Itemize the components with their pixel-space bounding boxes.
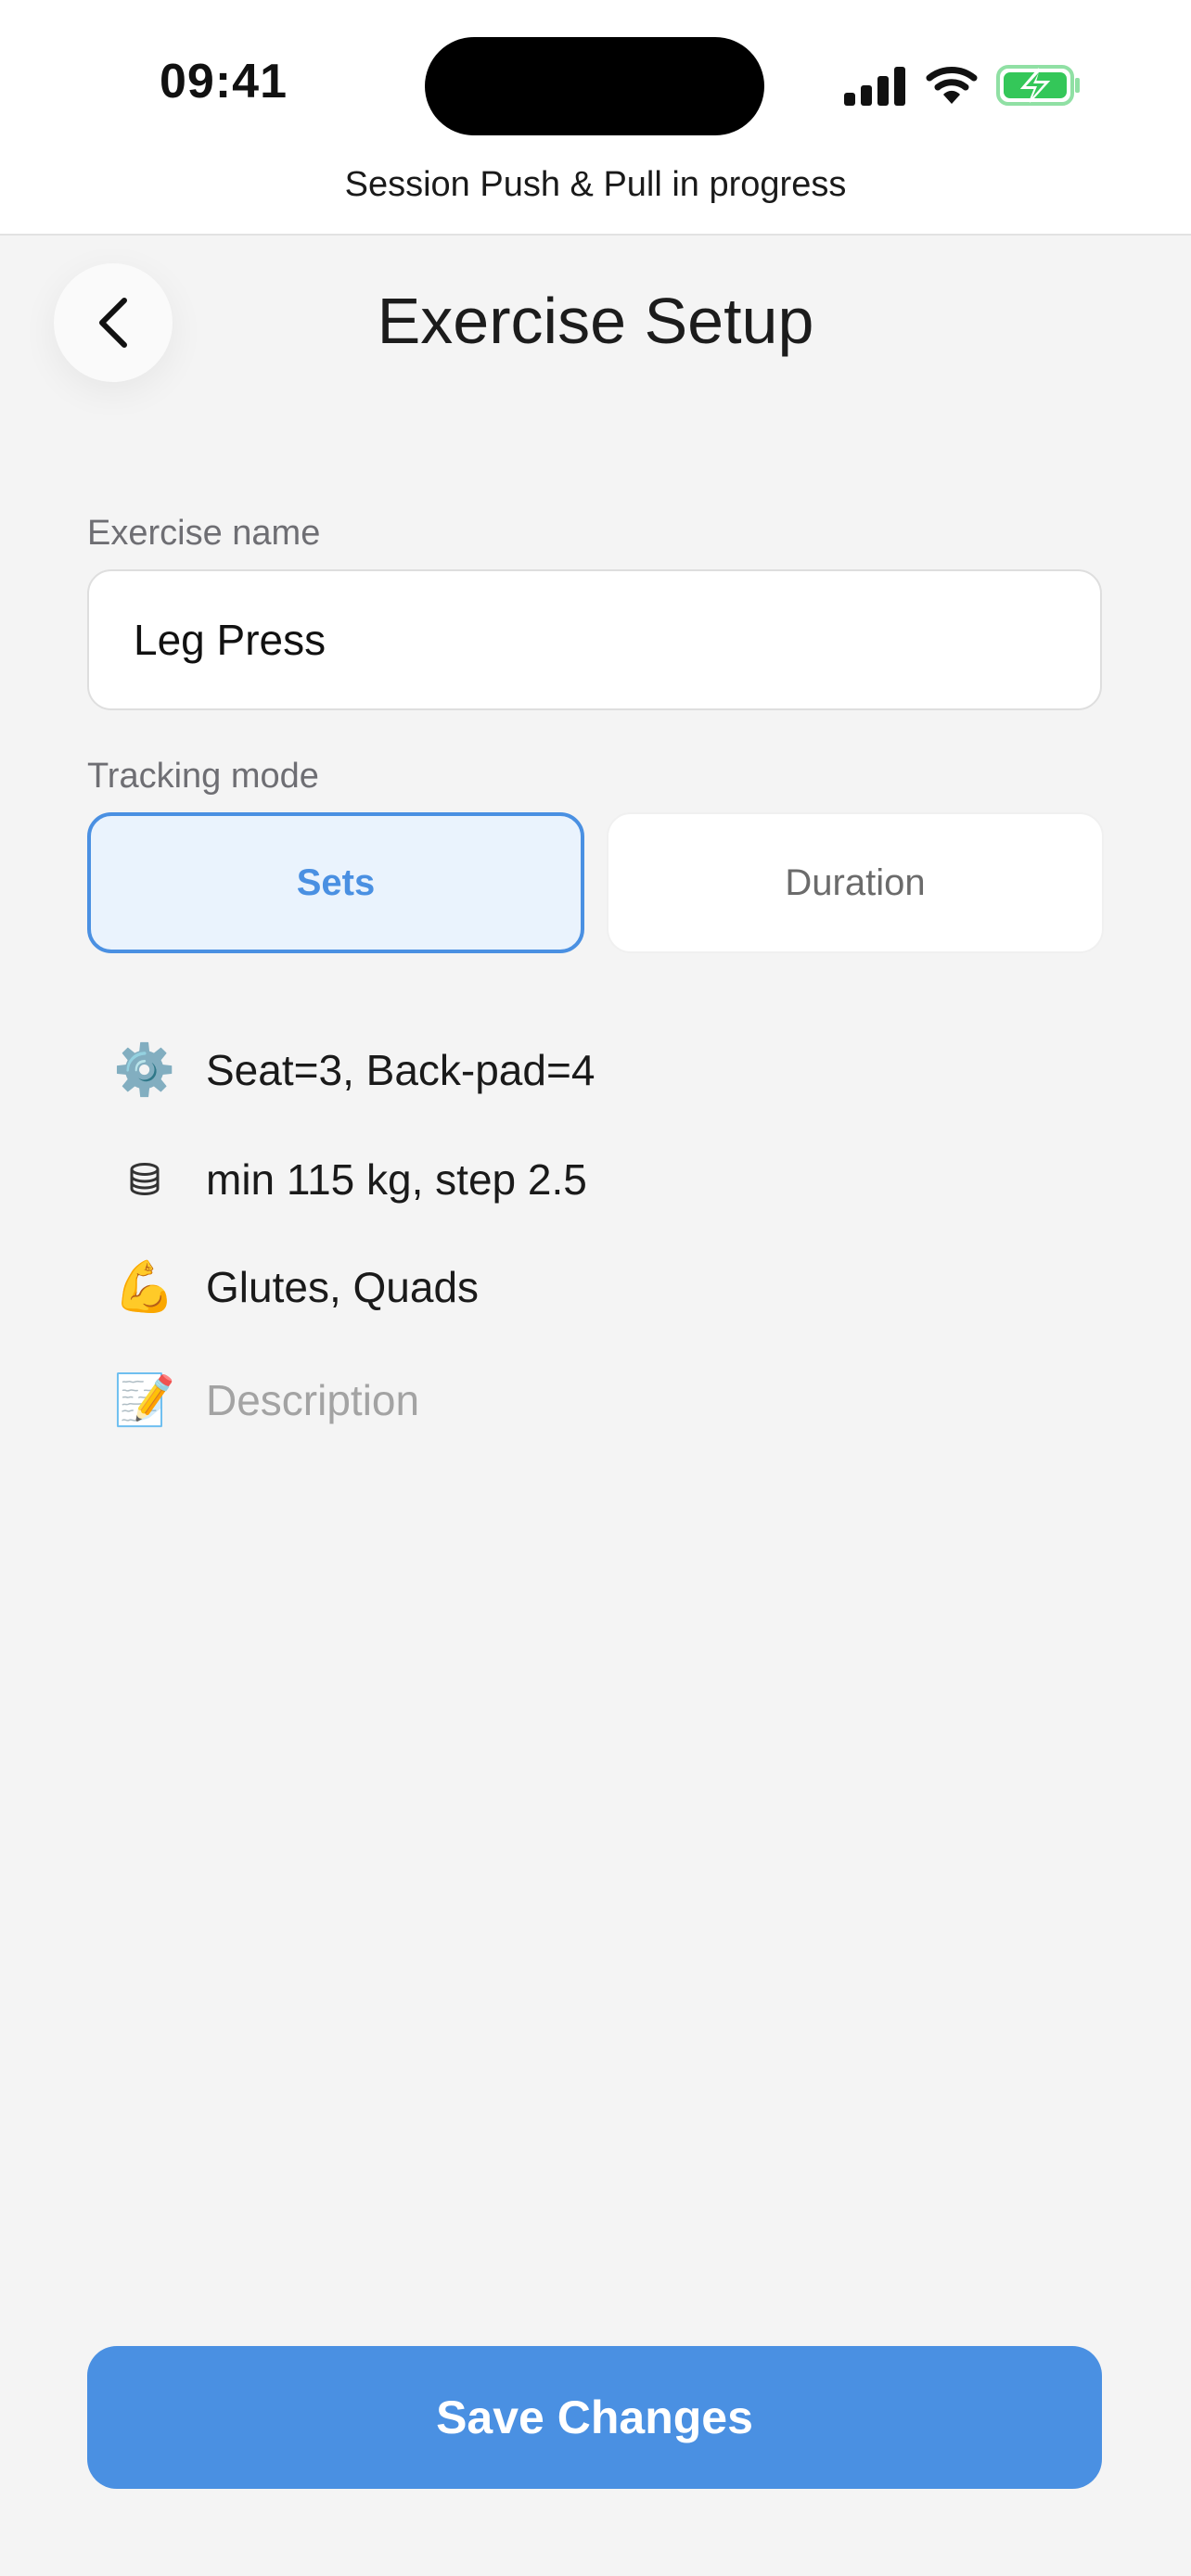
machine-settings-text: Seat=3, Back-pad=4 [206,1046,596,1094]
wifi-icon [926,67,978,104]
memo-icon: 📝 [113,1371,176,1428]
exercise-name-label: Exercise name [87,514,321,553]
cellular-signal-icon [844,67,905,106]
muscle-groups-row[interactable]: 💪 Glutes, Quads [111,1250,479,1324]
gear-icon: ⚙️ [113,1041,176,1098]
weight-settings-text: min 115 kg, step 2.5 [206,1155,587,1204]
description-row[interactable]: 📝 Description [111,1363,419,1437]
save-changes-button[interactable]: Save Changes [87,2346,1102,2489]
flexed-biceps-icon: 💪 [113,1258,176,1315]
machine-settings-row[interactable]: ⚙️ Seat=3, Back-pad=4 [111,1033,595,1107]
status-time: 09:41 [160,55,288,108]
mode-sets-button[interactable]: Sets [87,812,584,953]
muscle-groups-text: Glutes, Quads [206,1263,480,1311]
battery-charging-icon [996,65,1080,106]
mode-duration-label: Duration [785,861,926,903]
page-title: Exercise Setup [377,285,814,357]
status-bar: 09:41 Session Push & Pull in progress [0,0,1191,236]
mode-duration-button[interactable]: Duration [607,812,1104,953]
dynamic-island [425,37,764,135]
description-placeholder: Description [206,1376,420,1424]
session-banner[interactable]: Session Push & Pull in progress [0,165,1191,205]
weight-stack-icon [111,1146,178,1213]
exercise-name-input[interactable] [87,569,1102,710]
tracking-mode-label: Tracking mode [87,757,319,796]
weight-settings-row[interactable]: min 115 kg, step 2.5 [111,1142,587,1217]
mode-sets-label: Sets [296,861,376,903]
